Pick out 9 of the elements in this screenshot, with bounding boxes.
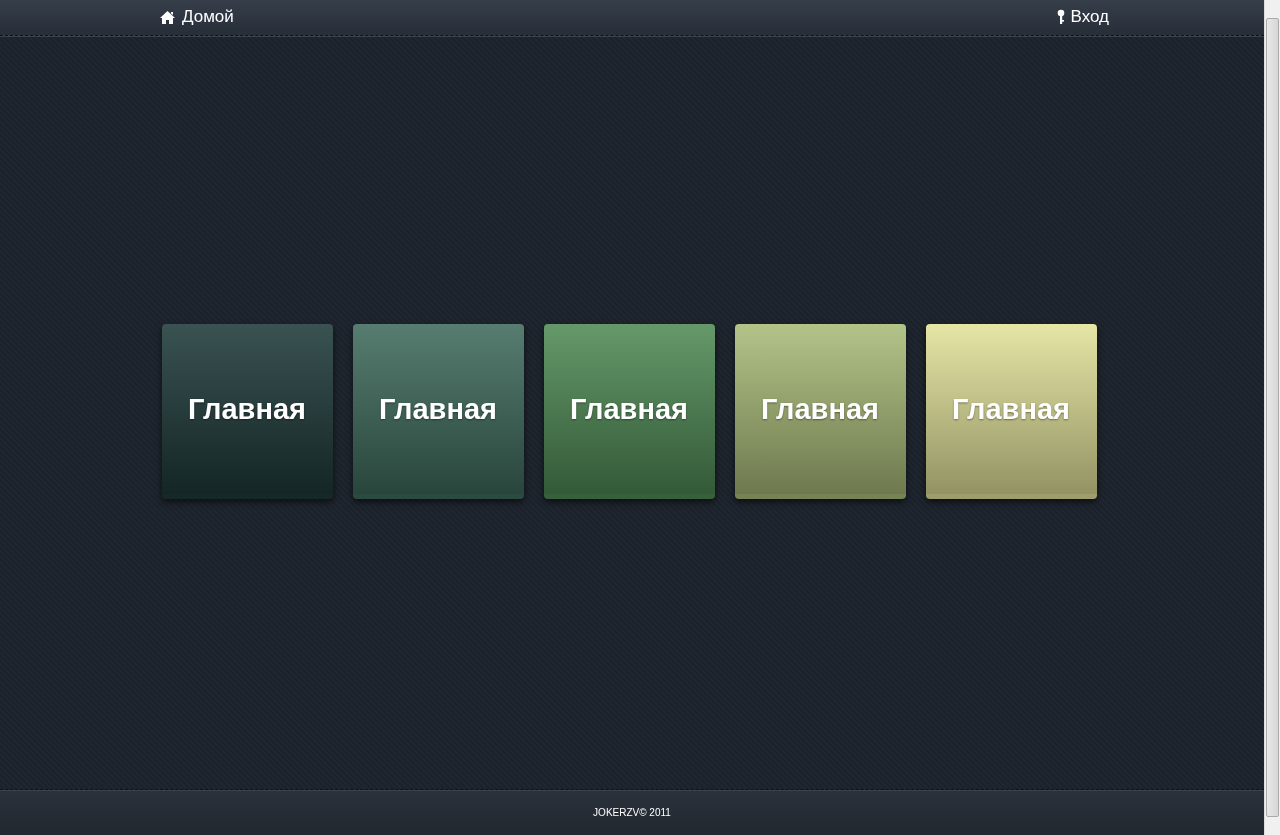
menu-tile[interactable]: Главная — [543, 324, 715, 499]
scrollbar[interactable] — [1264, 0, 1280, 835]
menu-tile[interactable]: Главная — [161, 324, 333, 499]
house-icon — [159, 9, 176, 25]
key-icon — [1056, 9, 1065, 25]
menu-tile[interactable]: Главная — [352, 324, 524, 499]
login-link[interactable]: Вход — [1056, 7, 1109, 27]
copyright-text: JOKERZV© 2011 — [593, 807, 671, 818]
home-link[interactable]: Домой — [159, 7, 234, 27]
